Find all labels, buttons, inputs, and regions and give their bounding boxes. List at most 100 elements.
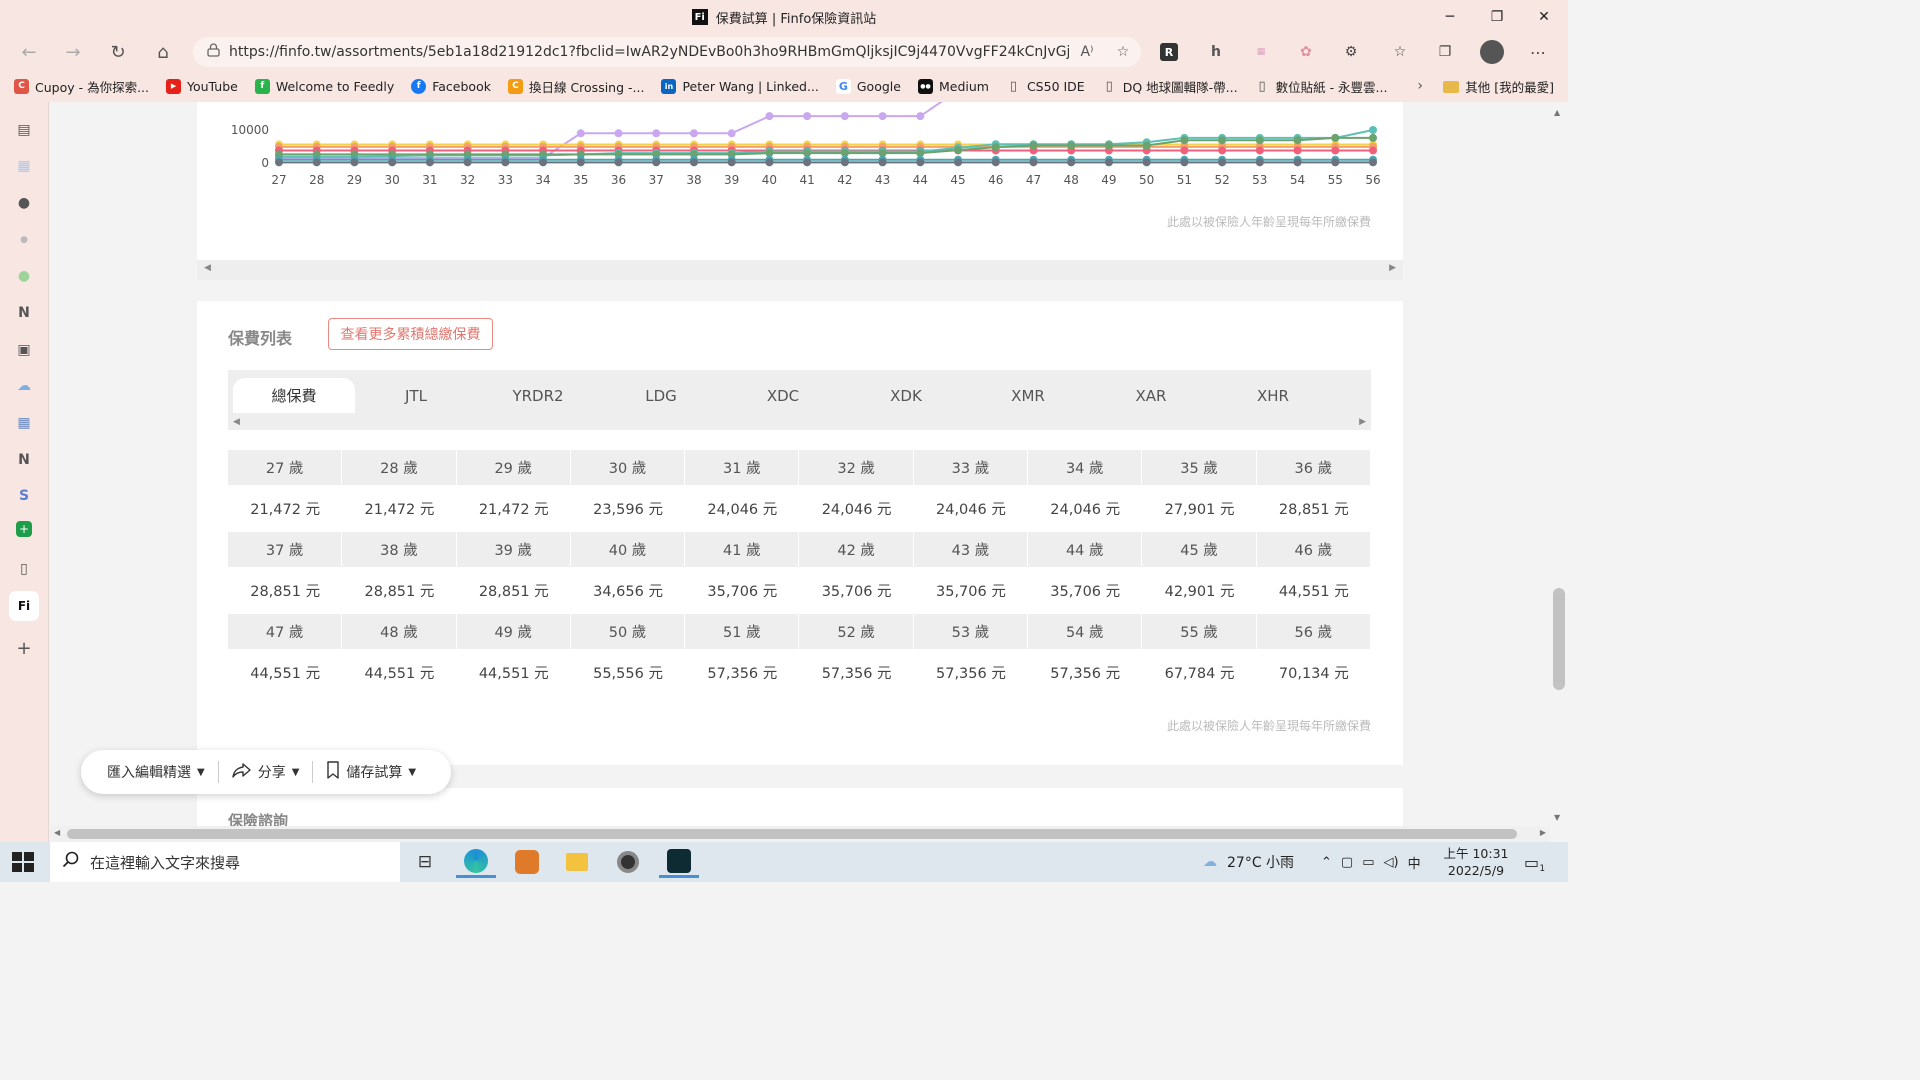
x-tick-label: 43: [875, 173, 890, 187]
more-menu-icon[interactable]: ⋯: [1527, 41, 1549, 63]
bookmark-google[interactable]: G Google: [835, 78, 901, 94]
tab-yrdr2[interactable]: YRDR2: [477, 378, 599, 413]
scroll-left-icon[interactable]: ◀: [54, 828, 60, 837]
import-editor-picks-button[interactable]: 匯入編輯精選 ▼: [81, 760, 218, 784]
scrollbar-thumb[interactable]: [67, 829, 1517, 839]
share-button[interactable]: 分享 ▼: [219, 760, 313, 784]
add-sidebar-app-icon[interactable]: +: [12, 636, 36, 660]
calendar-icon[interactable]: ▦: [12, 154, 36, 178]
collections-icon[interactable]: ❐: [1434, 41, 1456, 63]
page-vertical-scrollbar[interactable]: ▲ ▼: [1550, 102, 1568, 826]
bookmark-cupoy[interactable]: C Cupoy - 為你探索...: [14, 77, 149, 96]
tab-total-premium[interactable]: 總保費: [233, 378, 355, 413]
page-horizontal-scrollbar[interactable]: ◀ ▶: [50, 826, 1550, 842]
favorites-icon[interactable]: ☆: [1389, 41, 1411, 63]
tab-xdk[interactable]: XDK: [845, 378, 967, 413]
app-paw-icon[interactable]: [659, 846, 699, 878]
network-icon[interactable]: ▭: [1362, 855, 1374, 870]
bookmarks-overflow-chevron-icon[interactable]: ›: [1417, 78, 1423, 94]
home-icon[interactable]: ⌂: [148, 38, 178, 66]
cloud-icon[interactable]: ☁: [12, 374, 36, 398]
bookmark-sticker[interactable]: ▯ 數位貼紙 - 永豐雲...: [1255, 77, 1388, 96]
refresh-icon[interactable]: ↻: [103, 38, 133, 66]
layout-app-icon[interactable]: ▦: [12, 411, 36, 435]
document-icon[interactable]: ▯: [12, 557, 36, 581]
tabs-scroll-left-icon[interactable]: ◀: [233, 417, 240, 427]
series-point: [1293, 146, 1302, 155]
x-tick-label: 36: [611, 173, 626, 187]
bookmark-feedly[interactable]: f Welcome to Feedly: [254, 78, 394, 94]
tab-xhr[interactable]: XHR: [1212, 378, 1334, 413]
tray-chevron-icon[interactable]: ⌃: [1321, 855, 1332, 870]
bookmark-medium[interactable]: ●● Medium: [917, 78, 989, 94]
notion-icon[interactable]: N: [12, 301, 36, 325]
app-fox-icon[interactable]: [507, 846, 547, 878]
notification-center-icon[interactable]: ▭ 1: [1524, 842, 1545, 882]
view-cumulative-premium-button[interactable]: 查看更多累積總繳保費: [328, 318, 493, 350]
clock[interactable]: 上午 10:31 2022/5/9: [1440, 845, 1512, 879]
bookmark-youtube[interactable]: ▶ YouTube: [166, 78, 238, 94]
taskbar-search[interactable]: 在這裡輸入文字來搜尋: [50, 842, 400, 882]
maximize-button[interactable]: ❐: [1474, 0, 1520, 34]
tabs-scroll-right-icon[interactable]: ▶: [1359, 417, 1366, 427]
tab-xmr[interactable]: XMR: [967, 378, 1089, 413]
minimize-button[interactable]: ─: [1427, 0, 1473, 34]
start-button[interactable]: [12, 852, 34, 872]
tray-app-icon[interactable]: ▢: [1341, 855, 1353, 870]
notion-icon-2[interactable]: N: [12, 448, 36, 472]
extension-r-icon[interactable]: R: [1160, 43, 1178, 61]
file-explorer-icon[interactable]: [557, 846, 597, 878]
profile-avatar[interactable]: [1480, 40, 1504, 64]
series-point: [765, 158, 774, 167]
edge-browser-icon[interactable]: [456, 846, 496, 878]
extension-smart-icon[interactable]: ▦: [1250, 41, 1272, 63]
other-favorites[interactable]: 其他 [我的最愛]: [1443, 77, 1554, 96]
extension-h-icon[interactable]: h: [1205, 41, 1227, 63]
tab-actions-icon[interactable]: ▤: [12, 118, 36, 142]
spotify-icon[interactable]: ●: [12, 264, 36, 288]
volume-icon[interactable]: ◁): [1384, 855, 1399, 870]
scroll-up-icon[interactable]: ▲: [1554, 108, 1560, 117]
scrollbar-thumb[interactable]: [1553, 588, 1565, 690]
forward-icon[interactable]: →: [58, 38, 88, 66]
save-calculation-button[interactable]: 儲存試算 ▼: [313, 760, 429, 784]
premium-cell: 44,551 元: [364, 666, 435, 682]
series-point: [689, 158, 698, 167]
tab-xar[interactable]: XAR: [1090, 378, 1212, 413]
extensions-puzzle-icon[interactable]: ⚙: [1340, 41, 1362, 63]
tab-jtl[interactable]: JTL: [355, 378, 477, 413]
task-view-icon[interactable]: ⊟: [405, 846, 445, 878]
bookmark-crossing[interactable]: C 換日線 Crossing -...: [507, 77, 644, 96]
tab-xdc[interactable]: XDC: [722, 378, 844, 413]
bookmark-facebook[interactable]: f Facebook: [411, 78, 491, 94]
image-app-icon[interactable]: ▣: [12, 338, 36, 362]
url-text[interactable]: https://finfo.tw/assortments/5eb1a18d219…: [229, 44, 1069, 60]
ime-indicator[interactable]: 中: [1408, 853, 1421, 872]
weather-widget[interactable]: ☁ 27°C 小雨: [1203, 842, 1294, 882]
read-aloud-icon[interactable]: A⁾: [1069, 44, 1105, 60]
bookmark-linkedin[interactable]: in Peter Wang | Linked...: [661, 78, 819, 94]
lock-icon[interactable]: [207, 43, 229, 61]
scroll-down-icon[interactable]: ▼: [1554, 813, 1560, 822]
series-point: [878, 112, 887, 121]
extension-pink-icon[interactable]: ✿: [1295, 41, 1317, 63]
back-icon[interactable]: ←: [14, 38, 44, 66]
scroll-right-icon[interactable]: ▶: [1540, 828, 1546, 837]
close-window-button[interactable]: ✕: [1521, 0, 1567, 34]
tab-ldg[interactable]: LDG: [600, 378, 722, 413]
address-bar[interactable]: https://finfo.tw/assortments/5eb1a18d219…: [193, 37, 1141, 67]
sheets-icon[interactable]: +: [16, 521, 32, 537]
scroll-left-icon[interactable]: ◀: [204, 263, 211, 273]
bookmark-dq[interactable]: ▯ DQ 地球圖輯隊-帶...: [1102, 77, 1238, 96]
chart-horizontal-scrollbar[interactable]: ◀ ▶: [197, 260, 1403, 280]
bookmark-cs50[interactable]: ▯ CS50 IDE: [1006, 79, 1085, 94]
s-app-icon[interactable]: S: [12, 484, 36, 508]
app-record-icon[interactable]: [608, 846, 648, 878]
sidebar-app-icon[interactable]: ●: [12, 228, 36, 252]
finfo-app-icon[interactable]: Fi: [12, 594, 36, 618]
scroll-right-icon[interactable]: ▶: [1389, 263, 1396, 273]
add-favorite-icon[interactable]: ☆: [1105, 44, 1141, 60]
github-icon[interactable]: ●: [12, 191, 36, 215]
series-point: [652, 158, 661, 167]
age-cell: 35 歲: [1142, 450, 1257, 485]
